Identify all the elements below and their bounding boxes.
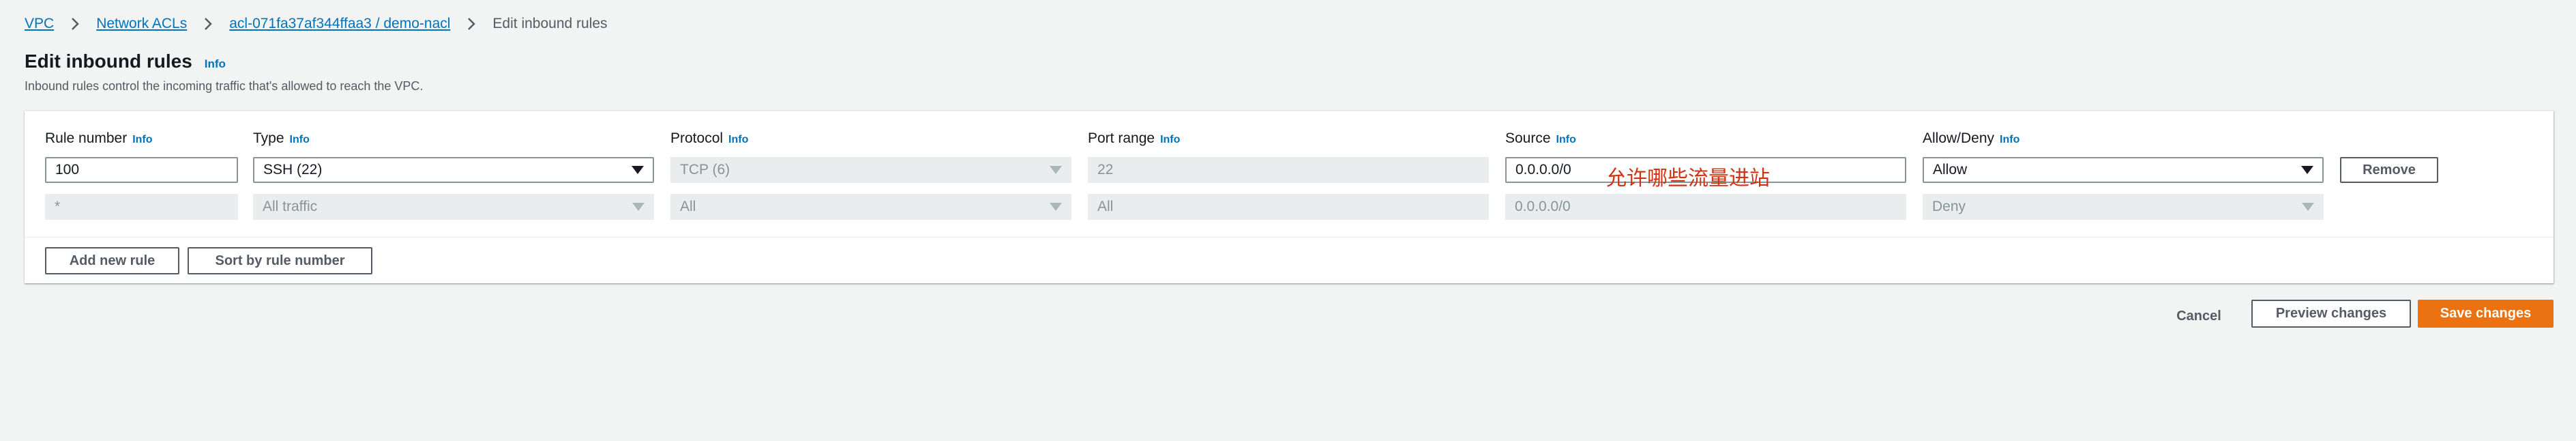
protocol-select: TCP (6): [670, 157, 1071, 183]
column-label-text: Source: [1505, 130, 1551, 146]
page: VPC Network ACLs acl-071fa37af344ffaa3 /…: [0, 0, 2576, 441]
title-row: Edit inbound rules Info: [25, 51, 423, 72]
caret-down-icon: [1050, 203, 1062, 211]
allow-deny-info-link[interactable]: Info: [2000, 134, 2019, 146]
column-label-rule-number: Rule number Info: [45, 130, 153, 147]
column-label-port-range: Port range Info: [1088, 130, 1180, 147]
chevron-right-icon: [70, 16, 80, 31]
column-label-type: Type Info: [253, 130, 310, 147]
add-new-rule-button[interactable]: Add new rule: [45, 247, 179, 274]
page-description: Inbound rules control the incoming traff…: [25, 79, 424, 93]
save-changes-button[interactable]: Save changes: [2418, 300, 2553, 328]
default-rule-number: *: [45, 194, 238, 220]
cancel-button[interactable]: Cancel: [2167, 302, 2230, 330]
remove-rule-button[interactable]: Remove: [2340, 157, 2438, 183]
rule-number-value: 100: [55, 162, 80, 177]
annotation-text: 允许哪些流量进站: [1606, 167, 1770, 190]
breadcrumb-link-acl[interactable]: acl-071fa37af344ffaa3 / demo-nacl: [229, 16, 450, 32]
rule-number-info-link[interactable]: Info: [132, 134, 152, 146]
type-select[interactable]: SSH (22): [253, 157, 654, 183]
protocol-value: All: [680, 199, 696, 214]
page-header: Edit inbound rules Info Inbound rules co…: [25, 51, 423, 94]
breadcrumb-current: Edit inbound rules: [492, 16, 608, 31]
column-label-text: Type: [253, 130, 284, 146]
inbound-rules-panel: Rule number Info Type Info Protocol Info…: [25, 111, 2553, 283]
column-label-text: Allow/Deny: [1923, 130, 1995, 146]
protocol-info-link[interactable]: Info: [728, 134, 748, 146]
sort-by-rule-number-button[interactable]: Sort by rule number: [188, 247, 372, 274]
chevron-right-icon: [467, 16, 476, 31]
port-range-info-link[interactable]: Info: [1160, 134, 1180, 146]
title-info-link[interactable]: Info: [205, 57, 226, 71]
default-source: 0.0.0.0/0: [1505, 194, 1906, 220]
port-range-value: All: [1097, 199, 1114, 214]
source-value: 0.0.0.0/0: [1515, 199, 1571, 214]
breadcrumb: VPC Network ACLs acl-071fa37af344ffaa3 /…: [25, 15, 608, 33]
chevron-right-icon: [203, 16, 213, 31]
type-value: All traffic: [263, 199, 318, 214]
preview-changes-button[interactable]: Preview changes: [2251, 300, 2411, 328]
default-type-select: All traffic: [253, 194, 654, 220]
panel-divider: [25, 237, 2553, 238]
column-label-text: Rule number: [45, 130, 128, 146]
allow-deny-value: Deny: [1932, 199, 1966, 214]
port-range-value: 22: [1097, 162, 1114, 177]
column-label-text: Protocol: [670, 130, 724, 146]
column-label-text: Port range: [1088, 130, 1155, 146]
column-label-source: Source Info: [1505, 130, 1576, 147]
default-allow-deny-select: Deny: [1923, 194, 2324, 220]
type-info-link[interactable]: Info: [290, 134, 310, 146]
caret-down-icon: [2301, 166, 2313, 174]
port-range-input: 22: [1088, 157, 1489, 183]
caret-down-icon: [632, 166, 644, 174]
protocol-value: TCP (6): [680, 162, 730, 177]
default-port-range: All: [1088, 194, 1489, 220]
column-label-protocol: Protocol Info: [670, 130, 748, 147]
page-title: Edit inbound rules: [25, 51, 192, 72]
caret-down-icon: [1050, 166, 1062, 174]
default-protocol-select: All: [670, 194, 1071, 220]
type-value: SSH (22): [263, 162, 323, 177]
allow-deny-value: Allow: [1933, 162, 1968, 177]
allow-deny-select[interactable]: Allow: [1923, 157, 2324, 183]
rule-number-input[interactable]: 100: [45, 157, 238, 183]
caret-down-icon: [2302, 203, 2314, 211]
rule-number-value: *: [55, 199, 61, 214]
source-info-link[interactable]: Info: [1556, 134, 1576, 146]
breadcrumb-link-network-acls[interactable]: Network ACLs: [96, 16, 187, 32]
breadcrumb-link-vpc[interactable]: VPC: [25, 16, 54, 32]
column-label-allow-deny: Allow/Deny Info: [1923, 130, 2019, 147]
caret-down-icon: [632, 203, 645, 211]
